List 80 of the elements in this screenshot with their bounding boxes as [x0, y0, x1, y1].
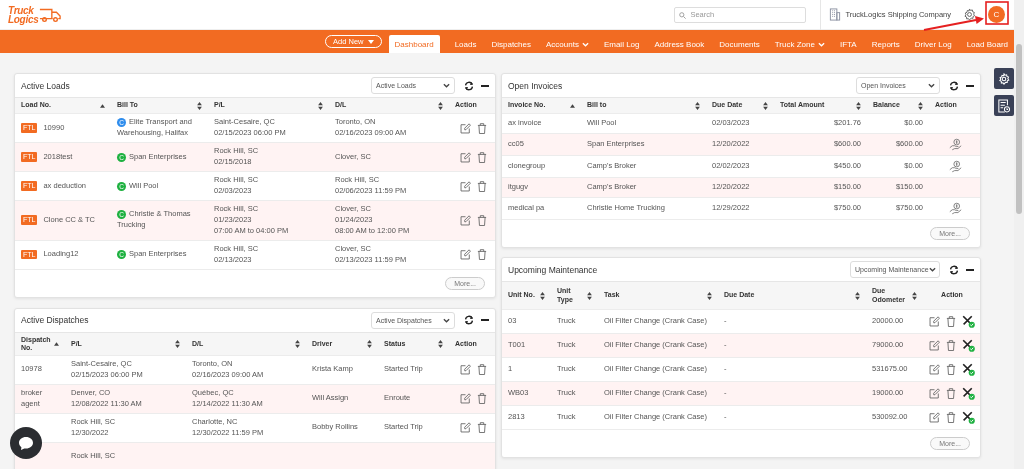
edit-icon[interactable]: [929, 364, 940, 375]
trash-icon[interactable]: [476, 364, 487, 376]
card-title: Active Loads: [21, 80, 71, 91]
edit-icon[interactable]: [929, 316, 940, 327]
edit-icon[interactable]: [929, 388, 940, 399]
trash-icon[interactable]: [476, 180, 487, 192]
hand-coin-icon[interactable]: [948, 138, 962, 151]
tools-check-icon[interactable]: [962, 315, 975, 328]
edit-icon[interactable]: [929, 340, 940, 351]
trash-icon[interactable]: [946, 388, 956, 399]
chevron-down-icon: [817, 41, 825, 47]
report-button[interactable]: [994, 95, 1014, 116]
sort-ascending-icon: [570, 103, 575, 108]
sort-icon: [856, 101, 861, 110]
trash-icon[interactable]: [476, 122, 487, 134]
edit-icon[interactable]: [459, 122, 471, 134]
card-title: Upcoming Maintenance: [508, 264, 599, 275]
sort-icon: [295, 339, 300, 348]
refresh-icon[interactable]: [464, 315, 474, 326]
tools-check-icon[interactable]: [962, 363, 975, 376]
hand-coin-icon[interactable]: [948, 202, 962, 215]
tools-check-icon[interactable]: [962, 411, 975, 424]
chat-button[interactable]: [10, 427, 42, 459]
caret-icon: [367, 39, 374, 44]
edit-icon[interactable]: [459, 214, 471, 226]
edit-icon[interactable]: [459, 180, 471, 192]
highlight-frame: [985, 1, 1009, 25]
chevron-down-icon: [443, 317, 450, 323]
sort-icon: [438, 101, 443, 110]
sort-icon: [912, 291, 917, 300]
sort-icon: [367, 339, 372, 348]
trash-icon[interactable]: [946, 340, 956, 351]
edit-icon[interactable]: [459, 393, 471, 405]
card-title: Open Invoices: [508, 80, 564, 91]
trash-icon[interactable]: [476, 393, 487, 405]
sort-icon: [438, 339, 443, 348]
sort-icon: [695, 101, 700, 110]
chevron-down-icon: [581, 41, 589, 47]
trash-icon[interactable]: [476, 214, 487, 226]
sort-icon: [587, 291, 592, 300]
trash-icon[interactable]: [476, 249, 487, 261]
sort-icon: [540, 291, 545, 300]
sort-icon: [855, 291, 860, 300]
refresh-icon[interactable]: [464, 80, 474, 91]
chevron-down-icon: [928, 83, 935, 88]
refresh-icon[interactable]: [949, 264, 959, 275]
chat-bubble-icon: [18, 435, 34, 451]
sort-ascending-icon: [100, 103, 105, 108]
refresh-icon[interactable]: [949, 80, 959, 91]
building-icon: [829, 8, 842, 21]
edit-icon[interactable]: [459, 422, 471, 434]
sort-icon: [763, 101, 768, 110]
edit-icon[interactable]: [459, 249, 471, 261]
trash-icon[interactable]: [946, 316, 956, 327]
edit-icon[interactable]: [459, 151, 471, 163]
trash-icon[interactable]: [476, 151, 487, 163]
sort-ascending-icon: [54, 341, 59, 346]
settings-button[interactable]: [994, 68, 1014, 89]
logo-text: Truck Logics: [8, 5, 39, 24]
hand-coin-icon[interactable]: [948, 160, 962, 173]
card-title: Active Dispatches: [21, 315, 90, 326]
sort-icon: [175, 339, 180, 348]
edit-icon[interactable]: [459, 364, 471, 376]
settings-icon: [998, 72, 1010, 85]
settings-icon[interactable]: [963, 8, 976, 21]
trash-icon[interactable]: [476, 422, 487, 434]
chevron-down-icon: [443, 83, 450, 88]
trash-icon[interactable]: [946, 364, 956, 375]
truck-icon: [39, 6, 62, 23]
sort-icon: [197, 101, 202, 110]
sort-icon: [318, 101, 323, 110]
trash-icon[interactable]: [946, 412, 956, 423]
scrollbar-thumb[interactable]: [1016, 44, 1022, 214]
tools-check-icon[interactable]: [962, 387, 975, 400]
chevron-down-icon: [928, 267, 936, 272]
edit-icon[interactable]: [929, 412, 940, 423]
sort-icon: [707, 291, 712, 300]
tools-check-icon[interactable]: [962, 339, 975, 352]
document-clock-icon: [998, 98, 1010, 113]
sort-icon: [918, 101, 923, 110]
